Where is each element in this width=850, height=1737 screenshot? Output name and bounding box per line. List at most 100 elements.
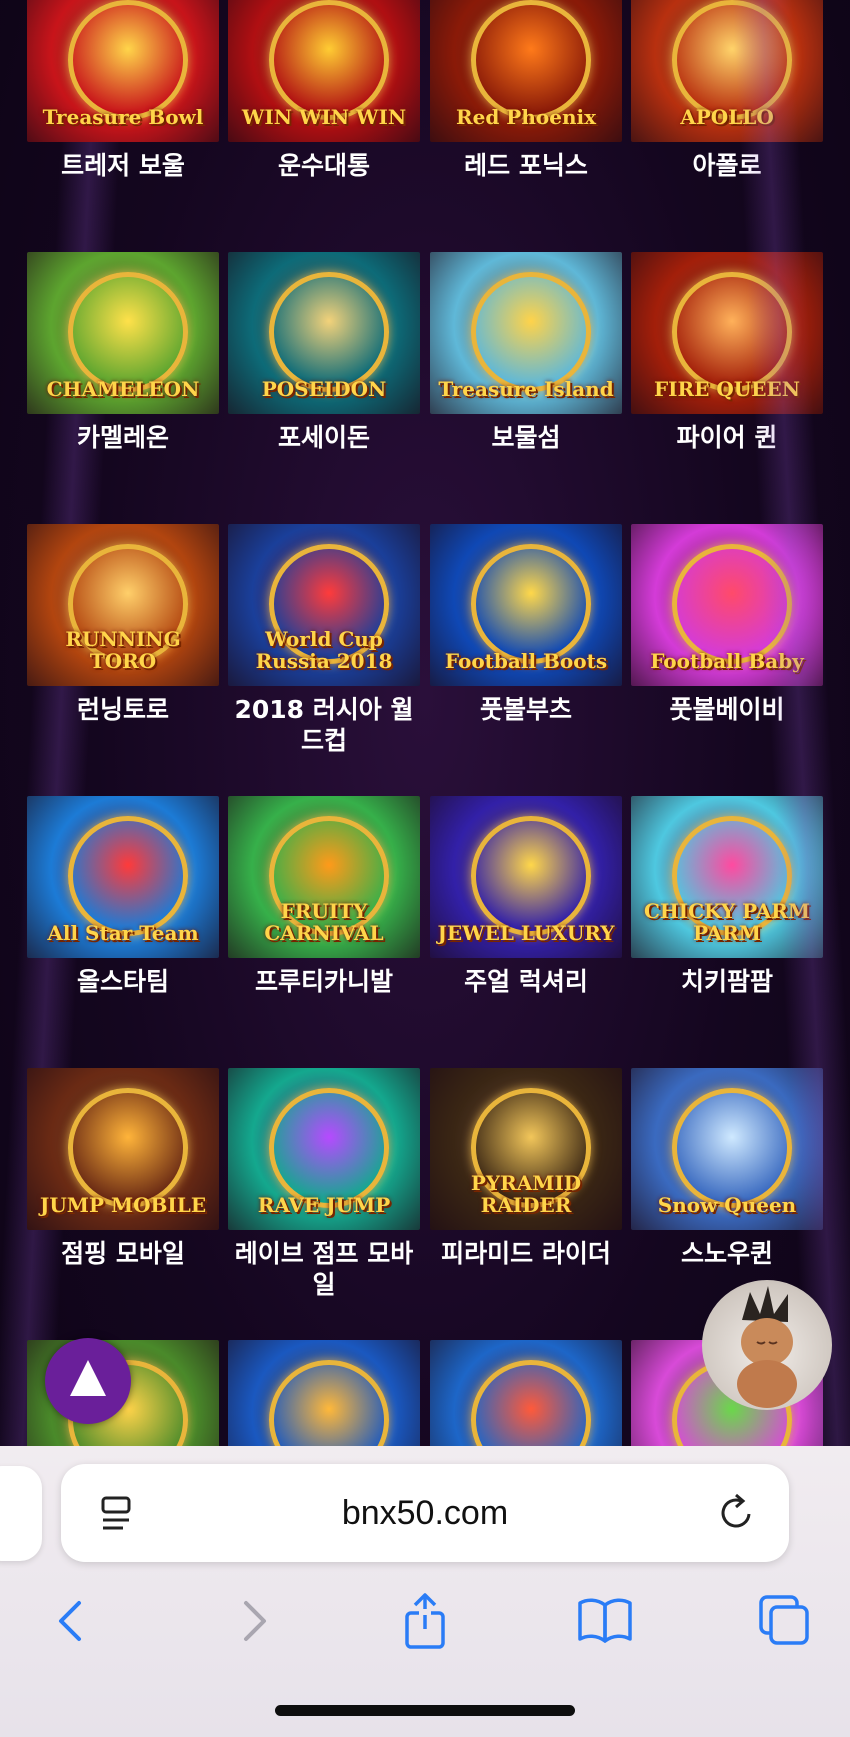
game-thumbnail[interactable]: APOLLO — [631, 0, 823, 142]
tabs-button[interactable] — [755, 1591, 815, 1651]
game-thumbnail[interactable]: CHICKY PARM PARM — [631, 796, 823, 958]
game-emblem — [471, 271, 591, 392]
book-icon — [578, 1598, 632, 1643]
game-logo-art: RUNNING TORO — [65, 627, 181, 673]
game-logo-art: Snow Queen — [657, 1193, 797, 1217]
chevron-right-icon — [244, 1601, 266, 1641]
triangle-up-icon — [70, 1360, 106, 1396]
game-logo-art: World Cup Russia 2018 — [255, 627, 393, 673]
chevron-left-icon — [59, 1601, 81, 1641]
game-thumbnail[interactable]: Treasure Island — [430, 252, 622, 414]
home-indicator — [275, 1705, 575, 1716]
game-title[interactable]: 풋볼베이비 — [627, 694, 827, 725]
game-title[interactable]: 아폴로 — [627, 150, 827, 181]
scroll-to-top-button[interactable] — [45, 1338, 131, 1424]
previous-tab-preview[interactable] — [0, 1466, 42, 1561]
game-thumbnail[interactable]: POSEIDON — [228, 252, 420, 414]
game-thumbnail[interactable]: CHAMELEON — [27, 252, 219, 414]
game-emblem — [672, 1087, 792, 1208]
game-title[interactable]: 올스타팀 — [23, 966, 223, 997]
game-title[interactable]: 주얼 럭셔리 — [426, 966, 626, 997]
game-emblem — [269, 0, 389, 120]
game-thumbnail[interactable]: All Star Team — [27, 796, 219, 958]
game-thumbnail[interactable]: WIN WIN WIN — [228, 0, 420, 142]
game-thumbnail[interactable]: JUMP MOBILE — [27, 1068, 219, 1230]
game-emblem — [269, 1087, 389, 1208]
game-logo-art: JUMP MOBILE — [39, 1193, 207, 1217]
game-logo-art: RAVE JUMP — [257, 1193, 391, 1217]
game-thumbnail[interactable]: Football Boots — [430, 524, 622, 686]
forward-button[interactable] — [220, 1591, 280, 1651]
game-title[interactable]: 스노우퀸 — [627, 1238, 827, 1269]
back-button[interactable] — [45, 1591, 105, 1651]
game-logo-art: Football Boots — [444, 649, 608, 673]
game-title[interactable]: 트레저 보울 — [23, 150, 223, 181]
game-logo-art: APOLLO — [680, 105, 774, 129]
game-thumbnail[interactable]: Red Phoenix — [430, 0, 622, 142]
game-emblem — [269, 1359, 389, 1448]
address-bar[interactable]: bnx50.com — [61, 1464, 789, 1562]
game-logo-art: FRUITY CARNIVAL — [264, 899, 384, 945]
mascot-figure-icon — [737, 1286, 797, 1408]
game-emblem — [471, 0, 591, 120]
url-text: bnx50.com — [341, 1494, 509, 1532]
game-title[interactable]: 포세이돈 — [224, 422, 424, 453]
game-logo-art: Red Phoenix — [456, 105, 596, 129]
bookmarks-button[interactable] — [575, 1591, 635, 1651]
game-grid: Treasure Bowl 트레저 보울 WIN WIN WIN 운수대통 Red Ph… — [0, 0, 850, 1448]
game-emblem — [672, 0, 792, 120]
game-thumbnail[interactable]: FRUITY CARNIVAL — [228, 796, 420, 958]
game-thumbnail[interactable]: FIRE QUEEN — [631, 252, 823, 414]
game-title[interactable]: 파이어 퀸 — [627, 422, 827, 453]
share-icon — [405, 1593, 445, 1649]
game-logo-art: FIRE QUEEN — [653, 377, 800, 401]
game-emblem — [68, 0, 188, 120]
game-title[interactable]: 운수대통 — [224, 150, 424, 181]
game-emblem — [471, 543, 591, 664]
game-emblem — [672, 271, 792, 392]
game-title[interactable]: 런닝토로 — [23, 694, 223, 725]
game-emblem — [68, 1087, 188, 1208]
game-title[interactable]: 치키팜팜 — [627, 966, 827, 997]
game-title[interactable]: 레이브 점프 모바일 — [224, 1238, 424, 1300]
game-thumbnail[interactable]: JEWEL LUXURY — [430, 796, 622, 958]
game-emblem — [269, 271, 389, 392]
game-logo-art: JEWEL LUXURY — [437, 921, 615, 945]
game-thumbnail[interactable] — [430, 1340, 622, 1448]
game-thumbnail[interactable]: Football Baby — [631, 524, 823, 686]
game-thumbnail[interactable]: Treasure Bowl — [27, 0, 219, 142]
game-title[interactable]: 2018 러시아 월드컵 — [224, 694, 424, 756]
reload-icon[interactable] — [717, 1492, 757, 1539]
game-logo-art: POSEIDON — [261, 377, 387, 401]
browser-chrome: bnx50.com — [0, 1446, 850, 1737]
game-title[interactable]: 카멜레온 — [23, 422, 223, 453]
tabs-icon — [759, 1595, 809, 1645]
game-logo-art: Treasure Island — [438, 377, 614, 401]
game-logo-art: PYRAMID RAIDER — [470, 1171, 582, 1217]
game-logo-art: All Star Team — [47, 921, 199, 945]
game-logo-art: CHAMELEON — [46, 377, 200, 401]
game-emblem — [68, 271, 188, 392]
game-title[interactable]: 보물섬 — [426, 422, 626, 453]
game-thumbnail[interactable]: Snow Queen — [631, 1068, 823, 1230]
game-thumbnail[interactable]: RAVE JUMP — [228, 1068, 420, 1230]
game-thumbnail[interactable]: World Cup Russia 2018 — [228, 524, 420, 686]
share-button[interactable] — [395, 1591, 455, 1651]
game-thumbnail[interactable]: PYRAMID RAIDER — [430, 1068, 622, 1230]
game-thumbnail[interactable] — [228, 1340, 420, 1448]
game-logo-art: Treasure Bowl — [42, 105, 204, 129]
game-logo-art: Football Baby — [650, 649, 804, 673]
game-logo-art: WIN WIN WIN — [241, 105, 407, 129]
game-title[interactable]: 점핑 모바일 — [23, 1238, 223, 1269]
game-emblem — [471, 1359, 591, 1448]
game-title[interactable]: 레드 포닉스 — [426, 150, 626, 181]
chat-avatar-button[interactable] — [702, 1280, 832, 1410]
game-title[interactable]: 풋볼부츠 — [426, 694, 626, 725]
game-logo-art: CHICKY PARM PARM — [643, 899, 811, 945]
game-thumbnail[interactable]: RUNNING TORO — [27, 524, 219, 686]
game-emblem — [672, 543, 792, 664]
game-emblem — [471, 815, 591, 936]
game-title[interactable]: 프루티카니발 — [224, 966, 424, 997]
game-emblem — [68, 815, 188, 936]
game-title[interactable]: 피라미드 라이더 — [426, 1238, 626, 1269]
